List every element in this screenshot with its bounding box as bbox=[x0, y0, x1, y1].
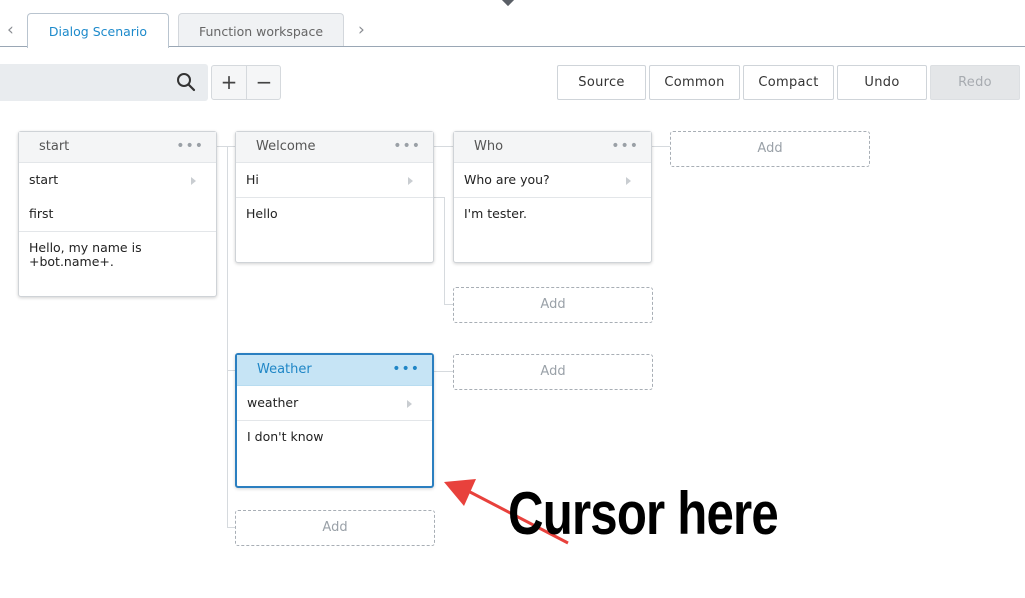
annotation-label: Cursor here bbox=[508, 480, 779, 547]
tab-dialog-scenario[interactable]: Dialog Scenario bbox=[27, 13, 169, 48]
